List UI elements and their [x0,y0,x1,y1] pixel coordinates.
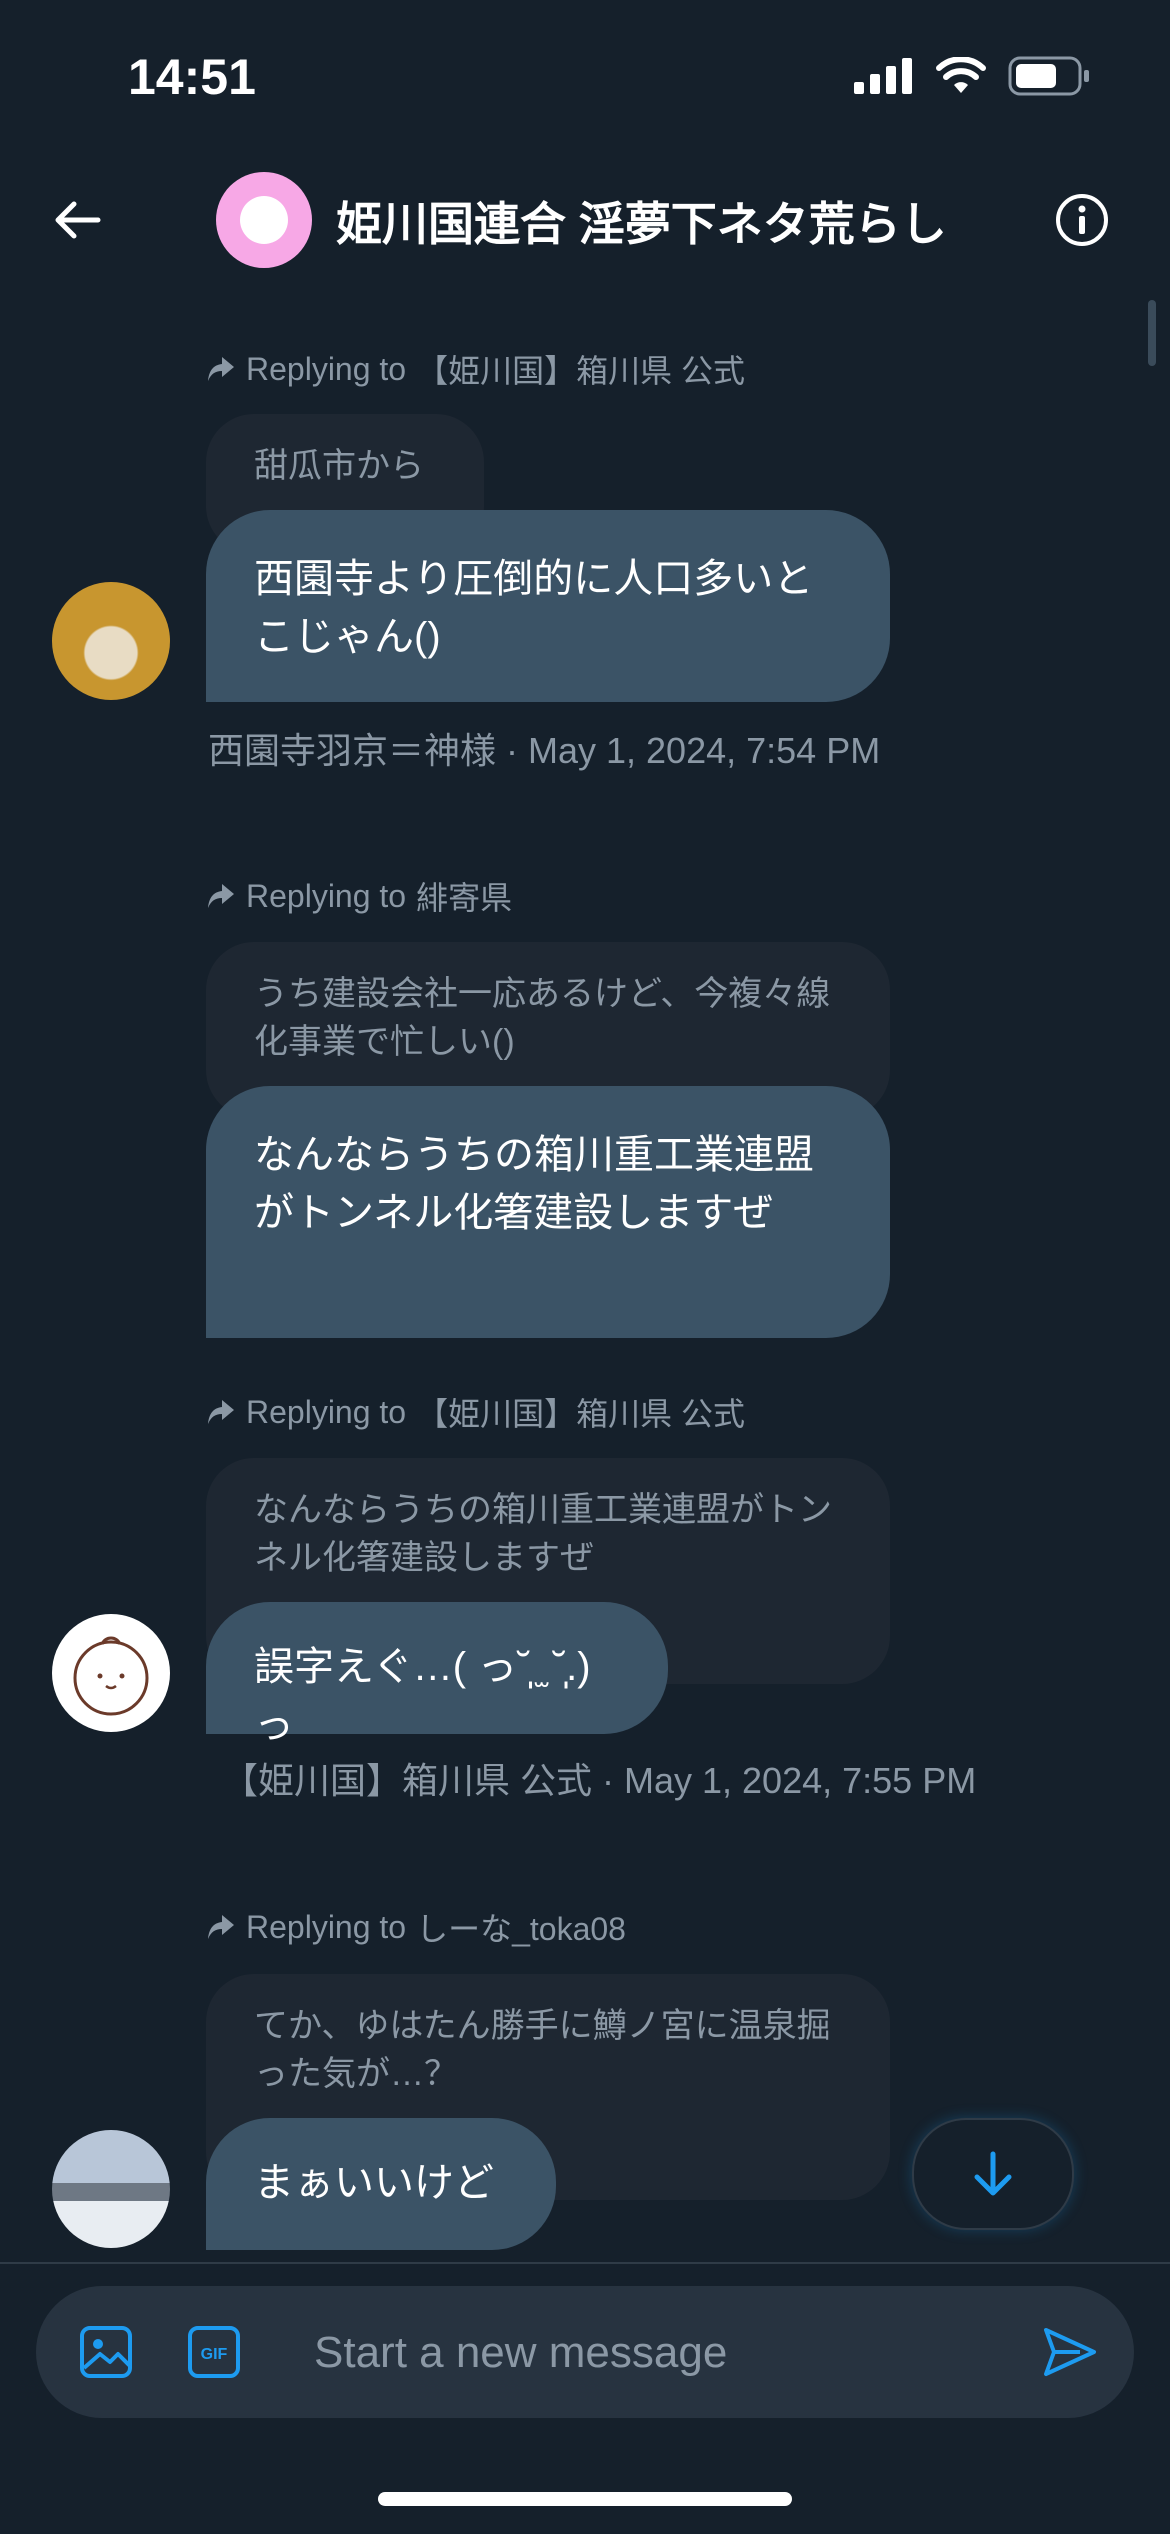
user-avatar[interactable] [52,582,170,700]
scrollbar[interactable] [1148,300,1156,366]
replying-to-indicator[interactable]: Replying to 【姫川国】箱川県 公式 [206,346,745,392]
wifi-icon [936,57,986,93]
message-bubble[interactable]: まぁいいけど [206,2118,556,2250]
status-time: 14:51 [128,49,256,105]
group-avatar[interactable] [216,172,312,268]
image-icon[interactable] [76,2322,136,2382]
conversation-header: 姫川国連合 淫夢下ネタ荒らし [0,150,1170,290]
gif-icon[interactable]: GIF [184,2322,244,2382]
status-bar: 14:51 [0,0,1170,150]
replying-to-indicator[interactable]: Replying to 【姫川国】箱川県 公式 [206,1389,745,1435]
battery-icon [1008,56,1089,96]
arrow-down-icon [974,2151,1012,2196]
reply-arrow-icon [208,1400,234,1424]
replying-to-indicator[interactable]: Replying to 緋寄県 [206,873,512,919]
message-meta: 西園寺羽京＝神様 · May 1, 2024, 7:54 PM [208,730,881,771]
svg-text:GIF: GIF [201,2346,228,2363]
back-arrow-icon[interactable] [48,190,108,250]
reply-arrow-icon [208,357,234,381]
user-avatar[interactable] [52,2130,170,2248]
message-bubble[interactable]: なんならうちの箱川重工業連盟がトンネル化箸建設しますぜ [206,1086,890,1338]
reply-arrow-icon [208,884,234,908]
scroll-to-bottom-button[interactable] [912,2118,1074,2230]
message-composer: GIF [36,2286,1134,2418]
replying-to-indicator[interactable]: Replying to しーな_toka08 [206,1904,626,1950]
info-icon[interactable] [1054,192,1110,248]
orange-character-icon [73,1636,149,1716]
message-meta: 【姫川国】箱川県 公式 · May 1, 2024, 7:55 PM [222,1760,977,1801]
cellular-signal-icon [854,58,912,94]
message-input[interactable] [312,2316,1016,2390]
message-bubble[interactable]: 西園寺より圧倒的に人口多いとこじゃん() [206,510,890,702]
home-indicator[interactable] [378,2492,792,2506]
message-bubble[interactable]: 誤字えぐ…( っ˘̩̩̩̩̩ ̫ ˘̩̩̩̩̩.)っ [206,1602,668,1747]
send-icon[interactable] [1040,2322,1100,2382]
user-avatar[interactable] [52,1614,170,1732]
conversation-title[interactable]: 姫川国連合 淫夢下ネタ荒らし [336,188,947,254]
reply-arrow-icon [208,1915,234,1939]
